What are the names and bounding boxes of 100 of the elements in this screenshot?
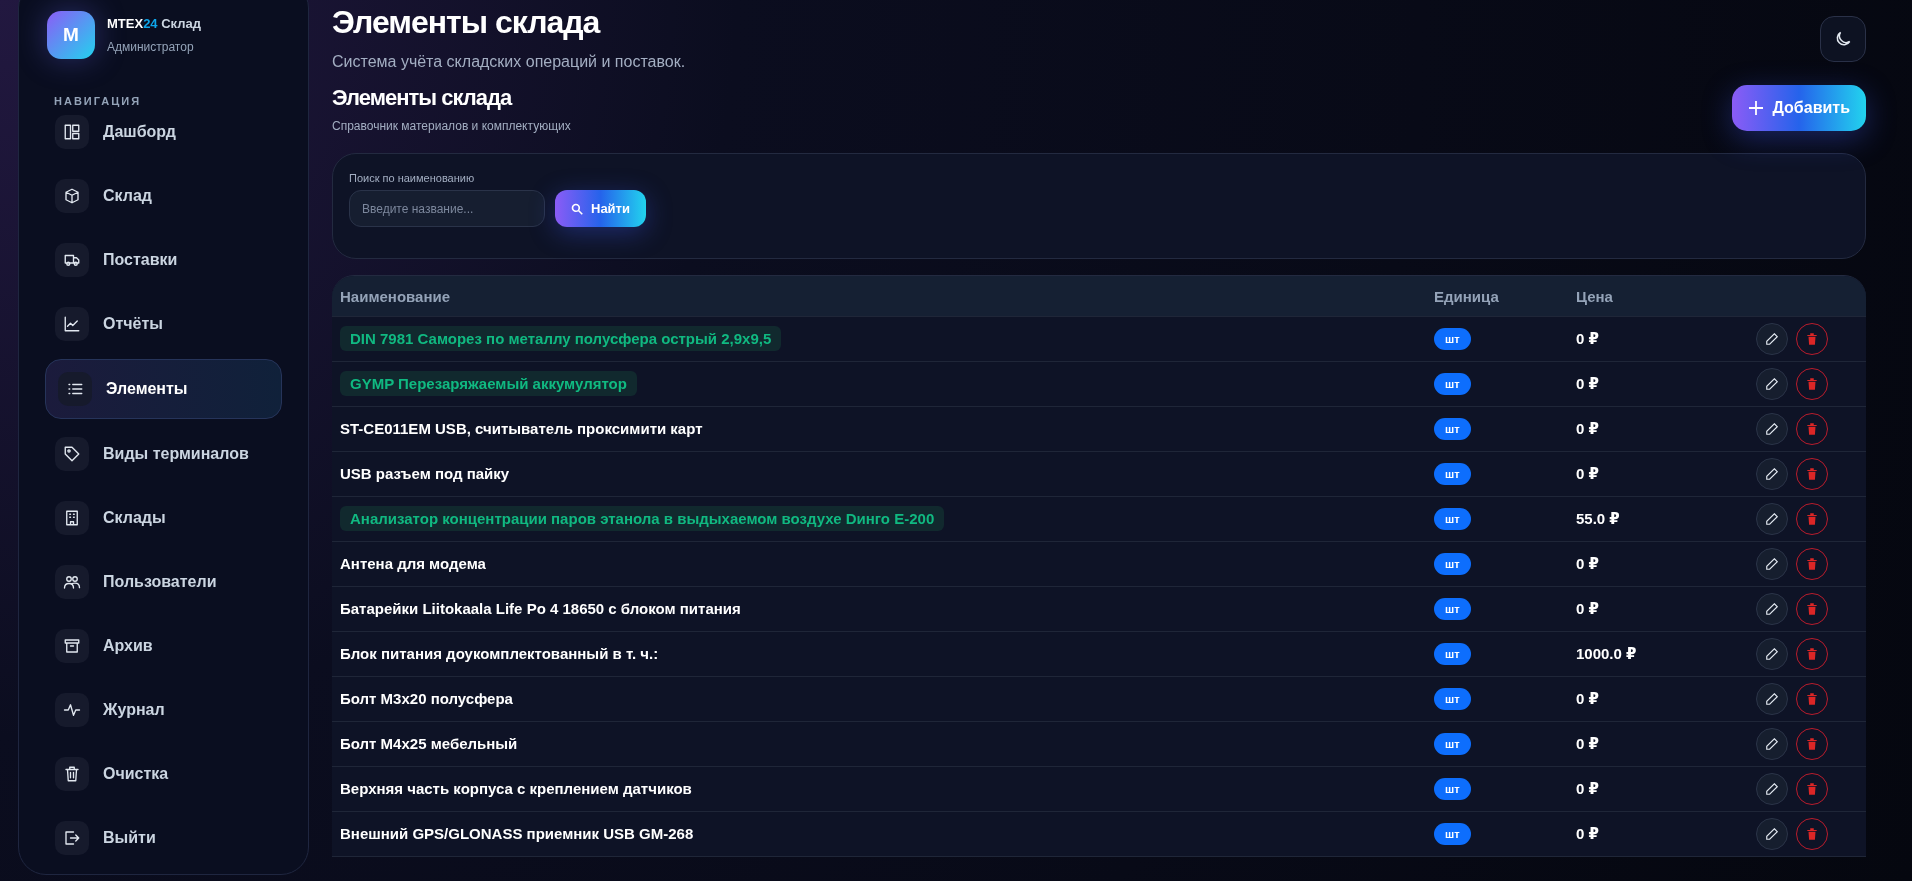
brand-name: MTEX24 Склад bbox=[107, 16, 201, 31]
sidebar-item[interactable]: Поставки bbox=[45, 243, 282, 277]
price-cell: 0 ₽ bbox=[1576, 600, 1599, 617]
edit-button[interactable] bbox=[1756, 593, 1788, 625]
trash-icon bbox=[1805, 737, 1819, 751]
unit-badge: шт bbox=[1434, 688, 1471, 710]
archive-icon bbox=[55, 629, 89, 663]
trash-icon bbox=[1805, 377, 1819, 391]
pulse-icon bbox=[55, 693, 89, 727]
edit-button[interactable] bbox=[1756, 548, 1788, 580]
item-name: Антена для модема bbox=[340, 555, 486, 572]
sidebar-item[interactable]: Журнал bbox=[45, 693, 282, 727]
item-name: GYMP Перезаряжаемый аккумулятор bbox=[340, 371, 637, 396]
pencil-icon bbox=[1765, 332, 1779, 346]
theme-toggle-button[interactable] bbox=[1820, 16, 1866, 62]
item-name: Батарейки Liitokaala Life Po 4 18650 с блоком питания bbox=[340, 600, 741, 617]
unit-badge: шт bbox=[1434, 823, 1471, 845]
price-cell: 0 ₽ bbox=[1576, 555, 1599, 572]
sidebar-item[interactable]: Архив bbox=[45, 629, 282, 663]
trash-icon bbox=[1805, 422, 1819, 436]
edit-button[interactable] bbox=[1756, 728, 1788, 760]
item-name: Болт M4x25 мебельный bbox=[340, 735, 518, 752]
edit-button[interactable] bbox=[1756, 368, 1788, 400]
unit-badge: шт bbox=[1434, 778, 1471, 800]
price-cell: 0 ₽ bbox=[1576, 825, 1599, 842]
page-subtitle: Система учёта складских операций и поставок. bbox=[332, 53, 686, 71]
item-name: Внешний GPS/GLONASS приемник USB GM-268 bbox=[340, 825, 694, 842]
item-name: Блок питания доукомплектованный в т. ч.: bbox=[340, 645, 659, 662]
pencil-icon bbox=[1765, 782, 1779, 796]
pencil-icon bbox=[1765, 377, 1779, 391]
unit-badge: шт bbox=[1434, 328, 1471, 350]
item-name: Болт M3x20 полусфера bbox=[340, 690, 513, 707]
column-header: Наименование bbox=[340, 287, 451, 305]
price-cell: 0 ₽ bbox=[1576, 420, 1599, 437]
unit-badge: шт bbox=[1434, 598, 1471, 620]
search-field[interactable]: Введите название... bbox=[349, 190, 545, 227]
trash-icon bbox=[1805, 512, 1819, 526]
pencil-icon bbox=[1765, 422, 1779, 436]
trash-icon bbox=[1805, 557, 1819, 571]
edit-button[interactable] bbox=[1756, 638, 1788, 670]
edit-button[interactable] bbox=[1756, 683, 1788, 715]
edit-button[interactable] bbox=[1756, 773, 1788, 805]
price-cell: 0 ₽ bbox=[1576, 735, 1599, 752]
building-icon bbox=[55, 501, 89, 535]
nav-section-title: НАВИГАЦИЯ bbox=[54, 95, 143, 107]
users-icon bbox=[55, 565, 89, 599]
sidebar-item[interactable]: Выйти bbox=[45, 821, 282, 855]
pencil-icon bbox=[1765, 467, 1779, 481]
column-header: Единица bbox=[1434, 287, 1499, 305]
pencil-icon bbox=[1765, 647, 1779, 661]
sidebar-item[interactable]: Склады bbox=[45, 501, 282, 535]
sidebar-item[interactable]: Очистка bbox=[45, 757, 282, 791]
logout-icon bbox=[55, 821, 89, 855]
sidebar-item[interactable]: Виды терминалов bbox=[45, 437, 282, 471]
chart-icon bbox=[55, 307, 89, 341]
sidebar-item[interactable]: Склад bbox=[45, 179, 282, 213]
unit-badge: шт bbox=[1434, 553, 1471, 575]
sidebar-item[interactable]: Пользователи bbox=[45, 565, 282, 599]
edit-button[interactable] bbox=[1756, 818, 1788, 850]
trash-icon bbox=[1805, 827, 1819, 841]
edit-button[interactable] bbox=[1756, 413, 1788, 445]
logo-badge: M bbox=[47, 11, 95, 59]
item-name: DIN 7981 Саморез по металлу полусфера острый 2,9x9,5 bbox=[340, 326, 782, 351]
trash-icon bbox=[1805, 647, 1819, 661]
box-icon bbox=[55, 179, 89, 213]
trash-icon bbox=[55, 757, 89, 791]
price-cell: 0 ₽ bbox=[1576, 465, 1599, 482]
edit-button[interactable] bbox=[1756, 323, 1788, 355]
column-header: Цена bbox=[1576, 287, 1613, 305]
pencil-icon bbox=[1765, 602, 1779, 616]
edit-button[interactable] bbox=[1756, 503, 1788, 535]
pencil-icon bbox=[1765, 827, 1779, 841]
pencil-icon bbox=[1765, 692, 1779, 706]
sidebar-item[interactable]: Дашборд bbox=[45, 115, 282, 149]
item-name: ST-CE011EM USB, считыватель проксимити карт bbox=[340, 420, 703, 437]
search-icon bbox=[571, 202, 583, 215]
unit-badge: шт bbox=[1434, 508, 1471, 530]
price-cell: 55.0 ₽ bbox=[1576, 510, 1620, 527]
list-icon bbox=[58, 372, 92, 406]
sidebar-item[interactable]: Элементы bbox=[45, 359, 282, 419]
pencil-icon bbox=[1765, 737, 1779, 751]
trash-icon bbox=[1805, 332, 1819, 346]
trash-icon bbox=[1805, 782, 1819, 796]
price-cell: 1000.0 ₽ bbox=[1576, 645, 1637, 662]
edit-button[interactable] bbox=[1756, 458, 1788, 490]
trash-icon bbox=[1805, 467, 1819, 481]
item-name: USB разъем под пайку bbox=[340, 465, 510, 482]
pencil-icon bbox=[1765, 512, 1779, 526]
section-title: Элементы склада bbox=[332, 85, 513, 111]
unit-badge: шт bbox=[1434, 373, 1471, 395]
price-cell: 0 ₽ bbox=[1576, 330, 1599, 347]
price-cell: 0 ₽ bbox=[1576, 690, 1599, 707]
tag-icon bbox=[55, 437, 89, 471]
search-button[interactable]: Найти bbox=[555, 190, 646, 227]
item-name: Анализатор концентрации паров этанола в выдыхаемом воздухе Dинго E-200 bbox=[340, 506, 945, 531]
add-button[interactable]: Добавить bbox=[1731, 85, 1866, 131]
sidebar-item[interactable]: Отчёты bbox=[45, 307, 282, 341]
truck-icon bbox=[55, 243, 89, 277]
plus-icon bbox=[1747, 100, 1764, 116]
unit-badge: шт bbox=[1434, 643, 1471, 665]
